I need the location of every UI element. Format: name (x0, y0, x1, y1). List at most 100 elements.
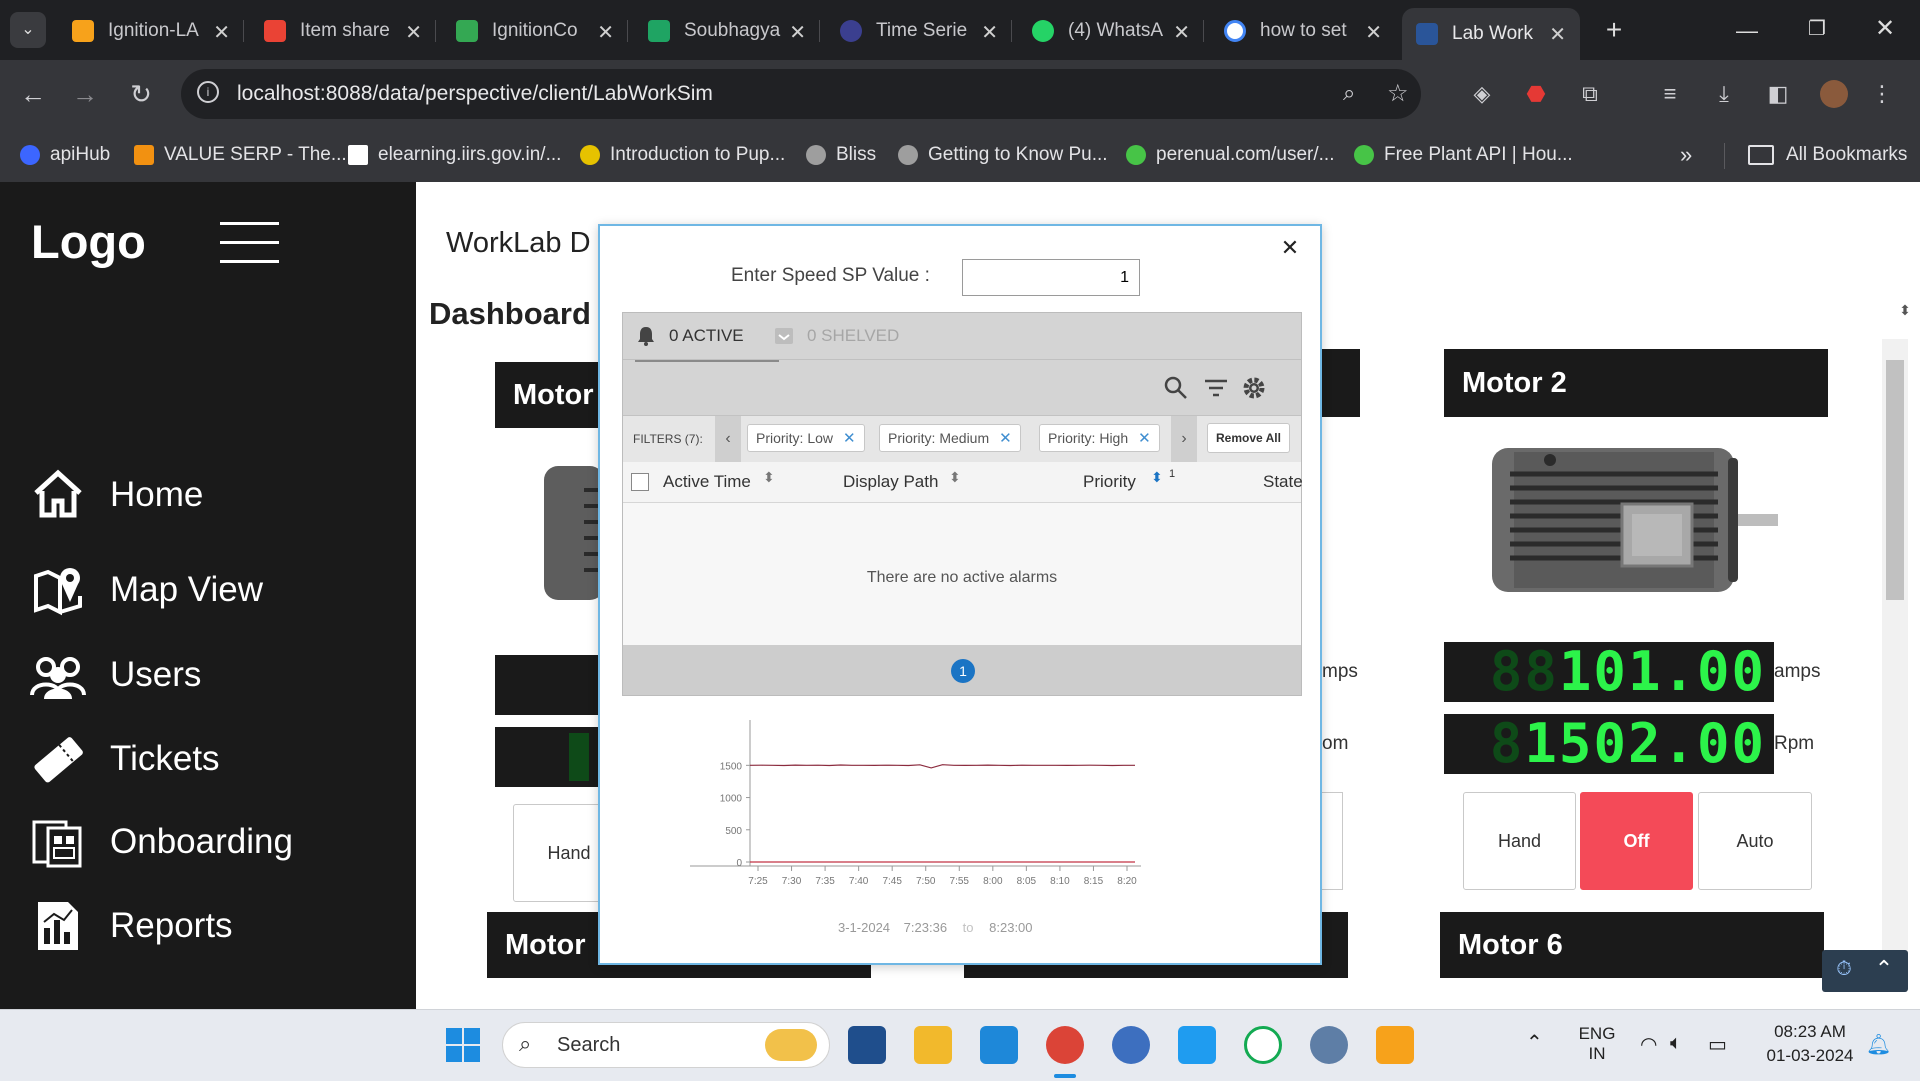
browser-tab-active[interactable]: Lab Work ✕ (1402, 8, 1580, 60)
browser-tab[interactable]: IgnitionCo ✕ (442, 12, 628, 50)
sidebar-item-map-view[interactable]: Map View (30, 560, 263, 620)
bookmark-item[interactable]: elearning.iirs.gov.in/... (348, 142, 561, 168)
browser-tab[interactable]: Ignition-LA ✕ (58, 12, 244, 50)
stellarium-app-icon[interactable] (1112, 1026, 1150, 1064)
profile-avatar[interactable] (1820, 80, 1848, 108)
sort-desc-icon[interactable]: ⬍ (1151, 469, 1163, 486)
forward-icon[interactable]: → (68, 77, 102, 111)
minimize-icon[interactable]: — (1732, 18, 1762, 43)
settings-gear-icon[interactable] (1310, 1026, 1348, 1064)
browser-tab[interactable]: Time Serie ✕ (826, 12, 1012, 50)
wifi-icon[interactable]: ◠ (1640, 1032, 1657, 1057)
battery-icon[interactable]: ▭ (1708, 1032, 1727, 1057)
tray-overflow-icon[interactable]: ⌃ (1526, 1030, 1543, 1055)
column-header-display-path[interactable]: Display Path (843, 472, 938, 492)
bookmark-item[interactable]: VALUE SERP - The... (134, 142, 347, 168)
tab-shelved-alarms[interactable]: 0 SHELVED (773, 313, 923, 359)
sidebar-item-users[interactable]: Users (30, 645, 201, 705)
remove-filter-icon[interactable]: ✕ (999, 429, 1012, 447)
sidebar-item-tickets[interactable]: Tickets (30, 729, 220, 789)
tab-close-icon[interactable]: ✕ (1549, 22, 1566, 47)
remove-filter-icon[interactable]: ✕ (843, 429, 856, 447)
sidebar-item-reports[interactable]: Reports (30, 896, 233, 956)
browser-tab[interactable]: Soubhagya ✕ (634, 12, 820, 50)
windows-start-icon[interactable] (446, 1028, 480, 1062)
mongodb-compass-icon[interactable] (1244, 1026, 1282, 1064)
bookmarks-overflow-button[interactable]: » (1680, 142, 1692, 168)
sort-icon[interactable]: ⬍ (763, 469, 775, 486)
column-header-priority[interactable]: Priority (1083, 472, 1136, 492)
tab-close-icon[interactable]: ✕ (789, 20, 806, 45)
gear-icon[interactable] (1241, 375, 1267, 401)
scroll-up-icon[interactable]: ⬍ (1896, 302, 1914, 324)
media-control-icon[interactable]: ≡ (1656, 80, 1684, 108)
tab-close-icon[interactable]: ✕ (597, 20, 614, 45)
bookmark-item[interactable]: perenual.com/user/... (1126, 142, 1334, 168)
side-panel-icon[interactable]: ◧ (1764, 80, 1792, 108)
tab-close-icon[interactable]: ✕ (1365, 20, 1382, 45)
filter-scroll-left-icon[interactable]: ‹ (715, 416, 741, 462)
tab-search-button[interactable]: ⌄ (10, 12, 46, 48)
url-text[interactable]: localhost:8088/data/perspective/client/L… (237, 82, 713, 106)
volume-icon[interactable]: 🔈︎ (1670, 1032, 1682, 1055)
motor2-hand-button[interactable]: Hand (1463, 792, 1576, 890)
filter-chip[interactable]: Priority: Low ✕ (747, 424, 865, 452)
tab-close-icon[interactable]: ✕ (981, 20, 998, 45)
language-indicator[interactable]: ENG IN (1572, 1024, 1622, 1064)
tab-active-alarms[interactable]: 0 ACTIVE (635, 313, 779, 362)
remote-desktop-icon[interactable] (980, 1026, 1018, 1064)
clock[interactable]: 08:23 AM 01-03-2024 (1750, 1022, 1870, 1066)
search-icon[interactable] (1163, 375, 1189, 401)
tab-close-icon[interactable]: ✕ (213, 20, 230, 45)
popup-close-icon[interactable]: ✕ (1278, 236, 1302, 260)
tab-close-icon[interactable]: ✕ (1173, 20, 1190, 45)
hamburger-menu-icon[interactable] (220, 222, 279, 263)
sort-icon[interactable]: ⬍ (949, 469, 961, 486)
tab-close-icon[interactable]: ✕ (405, 20, 422, 45)
bookmark-item[interactable]: apiHub (20, 142, 110, 168)
timer-icon[interactable]: ⏱ (1830, 958, 1858, 986)
motor2-off-button[interactable]: Off (1580, 792, 1693, 890)
extensions-puzzle-icon[interactable]: ⧉ (1576, 80, 1604, 108)
bookmark-item[interactable]: Bliss (806, 142, 876, 168)
filter-chip[interactable]: Priority: Medium ✕ (879, 424, 1021, 452)
adblock-icon[interactable]: ⬣ (1522, 80, 1550, 108)
column-header-active-time[interactable]: Active Time (663, 472, 751, 492)
scrollbar-thumb[interactable] (1886, 360, 1904, 600)
chevron-up-icon[interactable]: ⌃ (1870, 956, 1898, 984)
speed-sp-input[interactable] (962, 259, 1140, 296)
browser-tab[interactable]: Item share ✕ (250, 12, 436, 50)
sidebar-item-home[interactable]: Home (30, 465, 203, 525)
file-explorer-icon[interactable] (914, 1026, 952, 1064)
extension-icon[interactable]: ◈ (1468, 80, 1496, 108)
filter-chip[interactable]: Priority: High ✕ (1039, 424, 1160, 452)
column-header-state[interactable]: State (1263, 472, 1303, 492)
close-window-icon[interactable]: ✕ (1870, 14, 1900, 42)
zoom-icon[interactable]: ⌕ (1343, 80, 1355, 106)
remove-all-filters-button[interactable]: Remove All (1207, 423, 1290, 453)
site-info-icon[interactable]: i (197, 81, 219, 103)
ignition-designer-icon[interactable] (1376, 1026, 1414, 1064)
new-tab-button[interactable]: + (1596, 12, 1632, 48)
bookmark-item[interactable]: Introduction to Pup... (580, 142, 785, 168)
vscode-icon[interactable] (1178, 1026, 1216, 1064)
browser-tab[interactable]: (4) WhatsA ✕ (1018, 12, 1204, 50)
bookmark-item[interactable]: Free Plant API | Hou... (1354, 142, 1573, 168)
notification-bell-icon[interactable]: 🔔︎ (1866, 1032, 1891, 1057)
motor2-auto-button[interactable]: Auto (1698, 792, 1812, 890)
browser-tab[interactable]: how to set ✕ (1210, 12, 1396, 50)
bookmark-star-icon[interactable]: ☆ (1387, 79, 1409, 108)
address-bar[interactable]: i localhost:8088/data/perspective/client… (181, 69, 1421, 119)
all-bookmarks-button[interactable]: All Bookmarks (1748, 142, 1907, 168)
page-number-button[interactable]: 1 (951, 659, 975, 683)
taskbar-search[interactable]: ⌕ Search (502, 1022, 830, 1068)
select-all-checkbox[interactable] (631, 473, 649, 491)
browser-menu-icon[interactable]: ⋮ (1868, 80, 1896, 108)
download-icon[interactable]: ⤓ (1710, 80, 1738, 108)
remove-filter-icon[interactable]: ✕ (1138, 429, 1151, 447)
filter-scroll-right-icon[interactable]: › (1171, 416, 1197, 462)
calculator-app-icon[interactable] (848, 1026, 886, 1064)
chrome-icon[interactable] (1046, 1026, 1084, 1064)
sidebar-item-onboarding[interactable]: Onboarding (30, 812, 293, 872)
filter-icon[interactable] (1203, 375, 1229, 401)
